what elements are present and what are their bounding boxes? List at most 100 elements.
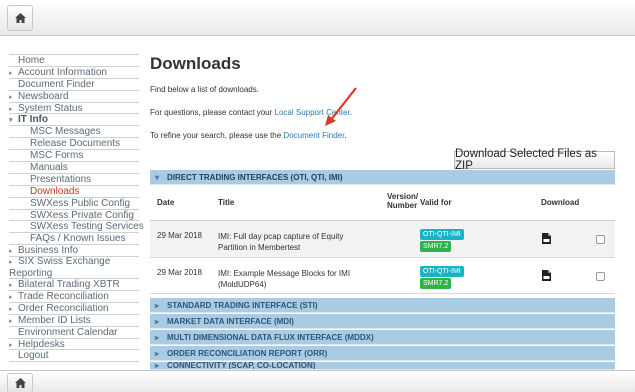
sidebar-item-label: Helpdesks (18, 338, 65, 350)
section-label: ORDER RECONCILIATION REPORT (ORR) (167, 349, 328, 358)
sidebar-item-label: MSC Messages (30, 126, 101, 138)
chevron-down-icon: ▾ (9, 117, 13, 125)
chevron-right-icon: ▸ (9, 282, 13, 290)
sidebar-item-newsboard[interactable]: ▸ Newsboard (9, 91, 139, 103)
row-title-line1: IMI: Full day pcap capture of Equity (218, 232, 344, 241)
chevron-right-icon: ▸ (9, 93, 13, 101)
chevron-right-icon: ▸ (9, 305, 13, 313)
sidebar-item-document-finder[interactable]: Document Finder (9, 79, 139, 91)
download-zip-button[interactable]: Download Selected Files as ZIP (454, 148, 615, 172)
chevron-right-icon: ▸ (155, 317, 160, 326)
sidebar-item-system-status[interactable]: ▸ System Status (9, 103, 139, 115)
section-label: DIRECT TRADING INTERFACES (OTI, QTI, IMI… (167, 173, 343, 182)
sidebar-item-label: Manuals (30, 162, 68, 174)
file-download-icon[interactable] (542, 270, 551, 281)
section-direct-trading[interactable]: ▾ DIRECT TRADING INTERFACES (OTI, QTI, IM… (150, 170, 615, 185)
chevron-right-icon: ▸ (9, 248, 13, 256)
sidebar-item-presentations[interactable]: Presentations (9, 174, 139, 186)
section-mdi[interactable]: ▸ MARKET DATA INTERFACE (MDI) (150, 314, 615, 329)
chevron-right-icon: ▸ (155, 362, 160, 370)
sidebar-item-swxess-public-config[interactable]: SWXess Public Config (9, 198, 139, 210)
section-label: CONNECTIVITY (SCAP, CO-LOCATION) (167, 362, 316, 370)
sidebar-item-swxess-testing-services[interactable]: SWXess Testing Services (9, 221, 144, 234)
table-header: Date Title Version/Number Valid for Down… (150, 185, 615, 221)
sidebar-item-label: Account Information (18, 66, 107, 78)
sidebar-item-release-documents[interactable]: Release Documents (9, 138, 139, 151)
sidebar-item-msc-forms[interactable]: MSC Forms (9, 150, 139, 163)
sidebar-item-environment-calendar[interactable]: Environment Calendar (9, 327, 139, 339)
section-sti[interactable]: ▸ STANDARD TRADING INTERFACE (STI) (150, 298, 615, 313)
chevron-right-icon: ▸ (155, 333, 160, 342)
row-title: IMI: Example Message Blocks for IMI (Mold… (218, 268, 350, 290)
section-label: STANDARD TRADING INTERFACE (STI) (167, 301, 318, 310)
sidebar-item-manuals[interactable]: Manuals (9, 162, 139, 174)
sidebar-item-label: Home (18, 55, 45, 66)
row-date: 29 Mar 2018 (157, 268, 202, 277)
home-button[interactable] (7, 5, 33, 31)
main-content: Downloads Find below a list of downloads… (150, 54, 620, 370)
release-badge: SMR7.2 (420, 241, 452, 252)
sidebar-item-it-info[interactable]: ▾ IT Info (9, 114, 139, 127)
sidebar-item-label: SWXess Testing Services (30, 221, 144, 233)
top-toolbar (0, 0, 635, 36)
platform-badge: OTI-QTI-IMI (420, 266, 464, 277)
sidebar-item-label: Downloads (30, 185, 80, 197)
support-prefix: For questions, please contact your (150, 108, 275, 117)
section-mddx[interactable]: ▸ MULTI DIMENSIONAL DATA FLUX INTERFACE (… (150, 330, 615, 345)
col-valid-for: Valid for (420, 198, 452, 207)
home-button[interactable] (7, 373, 33, 392)
sidebar-item-label: System Status (18, 102, 83, 114)
sidebar-item-label: FAQs / Known Issues (30, 233, 126, 245)
sidebar-item-label: SWXess Public Config (30, 197, 131, 209)
row-badges: OTI-QTI-IMI SMR7.2 (420, 266, 464, 289)
row-select-checkbox[interactable] (596, 235, 605, 244)
page-title: Downloads (150, 54, 241, 73)
document-finder-link[interactable]: Document Finder (283, 131, 344, 140)
chevron-right-icon: ▸ (9, 341, 13, 349)
sidebar-item-label: Logout (18, 350, 49, 362)
document-finder-line: To refine your search, please use the Do… (150, 131, 347, 140)
sidebar-nav: Home ▸ Account Information Document Finder ▸… (9, 54, 144, 363)
chevron-right-icon: ▸ (155, 349, 160, 358)
sidebar-item-six-swiss-exchange-reporting[interactable]: ▸ SIX Swiss Exchange Reporting (9, 256, 139, 280)
table-row: 29 Mar 2018 IMI: Example Message Blocks … (150, 258, 615, 294)
home-icon (14, 378, 26, 388)
chevron-right-icon: ▸ (9, 105, 13, 113)
sidebar-item-order-reconciliation[interactable]: ▸ Order Reconciliation (9, 303, 139, 315)
sidebar-item-member-id-lists[interactable]: ▸ Member ID Lists (9, 315, 139, 327)
section-orr[interactable]: ▸ ORDER RECONCILIATION REPORT (ORR) (150, 346, 615, 361)
intro-line: Find below a list of downloads. (150, 85, 259, 94)
sidebar-item-bilateral-trading-xbtr[interactable]: ▸ Bilateral Trading XBTR (9, 279, 139, 292)
row-badges: OTI-QTI-IMI SMR7.2 (420, 229, 464, 252)
sidebar-item-label: SIX Swiss Exchange Reporting (9, 256, 111, 279)
sidebar-item-label: Business Info (18, 245, 79, 257)
sidebar-item-label: Environment Calendar (18, 326, 118, 338)
sidebar-item-swxess-private-config[interactable]: SWXess Private Config (9, 210, 139, 222)
sidebar-item-account-information[interactable]: ▸ Account Information (9, 67, 139, 79)
platform-badge: OTI-QTI-IMI (420, 229, 464, 240)
chevron-right-icon: ▸ (9, 69, 13, 77)
sidebar-item-label: IT Info (18, 114, 48, 126)
col-version-line1: Version/ (387, 192, 419, 201)
section-connectivity[interactable]: ▸ CONNECTIVITY (SCAP, CO-LOCATION) (150, 362, 615, 370)
sidebar-item-label: MSC Forms (30, 150, 84, 162)
chevron-down-icon: ▾ (155, 173, 160, 182)
sidebar-item-trade-reconciliation[interactable]: ▸ Trade Reconciliation (9, 291, 139, 303)
row-title-line1: IMI: Example Message Blocks for IMI (218, 269, 351, 278)
sidebar-item-label: Presentations (30, 173, 92, 185)
sidebar-item-label: Newsboard (18, 90, 69, 102)
col-download: Download (541, 198, 580, 207)
home-icon (14, 13, 26, 23)
chevron-right-icon: ▸ (9, 317, 13, 325)
sidebar-item-label: SWXess Private Config (30, 209, 134, 221)
sidebar-item-downloads[interactable]: Downloads (9, 186, 139, 198)
section-label: MARKET DATA INTERFACE (MDI) (167, 317, 294, 326)
file-download-icon[interactable] (542, 233, 551, 244)
finder-prefix: To refine your search, please use the (150, 131, 284, 140)
sidebar-item-faqs-known-issues[interactable]: FAQs / Known Issues (9, 233, 139, 246)
sidebar-item-helpdesks[interactable]: ▸ Helpdesks (9, 339, 139, 351)
sidebar-item-msc-messages[interactable]: MSC Messages (9, 126, 139, 139)
sidebar-item-logout[interactable]: Logout (9, 350, 139, 363)
sidebar-item-home[interactable]: Home (9, 55, 139, 67)
row-select-checkbox[interactable] (596, 272, 605, 281)
